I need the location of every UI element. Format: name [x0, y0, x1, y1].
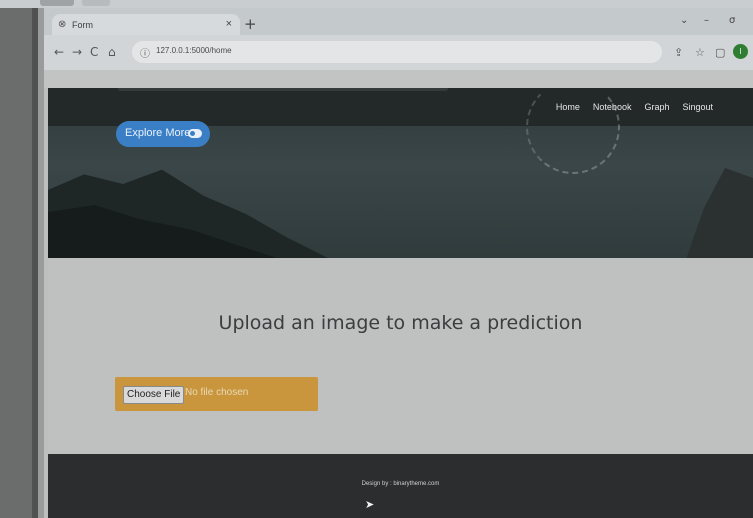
browser-window: ⊗ Form × + ⌄ – σ ← → C ⌂ ⓘ 127.0.0.1:500…	[44, 8, 753, 518]
bookmark-star-icon[interactable]: ☆	[695, 46, 705, 59]
tab-title: Form	[72, 20, 93, 30]
forward-icon[interactable]: →	[72, 45, 82, 59]
browser-tab[interactable]: ⊗ Form ×	[52, 14, 240, 35]
footer-credit: Design by : binarytheme.com	[361, 481, 440, 487]
address-bar[interactable]: ⓘ 127.0.0.1:5000/home	[132, 41, 662, 63]
web-page: Home Notebook Graph Singout Explore More…	[48, 88, 753, 518]
close-tab-icon[interactable]: ×	[226, 18, 232, 30]
file-status-text: No file chosen	[185, 387, 249, 398]
top-remnant-bar	[0, 0, 753, 8]
url-text[interactable]: 127.0.0.1:5000/home	[156, 46, 232, 55]
site-footer: Design by : binarytheme.com	[48, 454, 753, 518]
globe-icon: ⊗	[58, 19, 67, 30]
side-panel-icon[interactable]: ▢	[715, 46, 725, 59]
remnant-tab	[40, 0, 74, 6]
nav-notebook-link[interactable]: Notebook	[593, 102, 632, 112]
new-tab-button[interactable]: +	[244, 15, 257, 33]
header-faded-text	[118, 88, 448, 91]
explore-more-button[interactable]: Explore More	[116, 121, 210, 147]
nav-signout-link[interactable]: Singout	[682, 102, 713, 112]
profile-avatar[interactable]: I	[733, 44, 748, 59]
upload-section: Upload an image to make a prediction Cho…	[48, 258, 753, 454]
site-nav: Home Notebook Graph Singout	[556, 102, 713, 112]
tab-search-icon[interactable]: ⌄	[680, 15, 688, 26]
nav-home-link[interactable]: Home	[556, 102, 580, 112]
left-gutter	[0, 0, 38, 518]
home-icon[interactable]: ⌂	[108, 45, 116, 59]
nav-graph-link[interactable]: Graph	[644, 102, 669, 112]
hero-rock	[683, 168, 753, 258]
mouse-cursor-icon: ➤	[365, 498, 375, 511]
minimize-icon[interactable]: –	[704, 15, 709, 26]
left-gutter-edge	[32, 0, 38, 518]
upload-heading: Upload an image to make a prediction	[218, 312, 583, 334]
back-icon[interactable]: ←	[54, 45, 64, 59]
reload-icon[interactable]: C	[90, 45, 98, 59]
share-icon[interactable]: ⇪	[674, 46, 683, 59]
browser-toolbar: ← → C ⌂ ⓘ 127.0.0.1:5000/home ⇪ ☆ ▢ I	[44, 35, 753, 70]
explore-more-label: Explore More	[125, 127, 191, 139]
choose-file-button[interactable]: Choose File	[123, 386, 185, 404]
page-top-padding	[44, 70, 753, 88]
restore-icon[interactable]: σ	[729, 15, 735, 26]
hero-banner: Home Notebook Graph Singout Explore More	[48, 88, 753, 258]
file-input-container[interactable]: Choose File No file chosen	[115, 377, 318, 411]
remnant-tab	[82, 0, 110, 6]
decorative-dial	[526, 88, 620, 174]
site-info-icon[interactable]: ⓘ	[140, 45, 150, 60]
toggle-icon	[188, 129, 202, 138]
tab-strip: ⊗ Form × + ⌄ – σ	[44, 8, 753, 35]
